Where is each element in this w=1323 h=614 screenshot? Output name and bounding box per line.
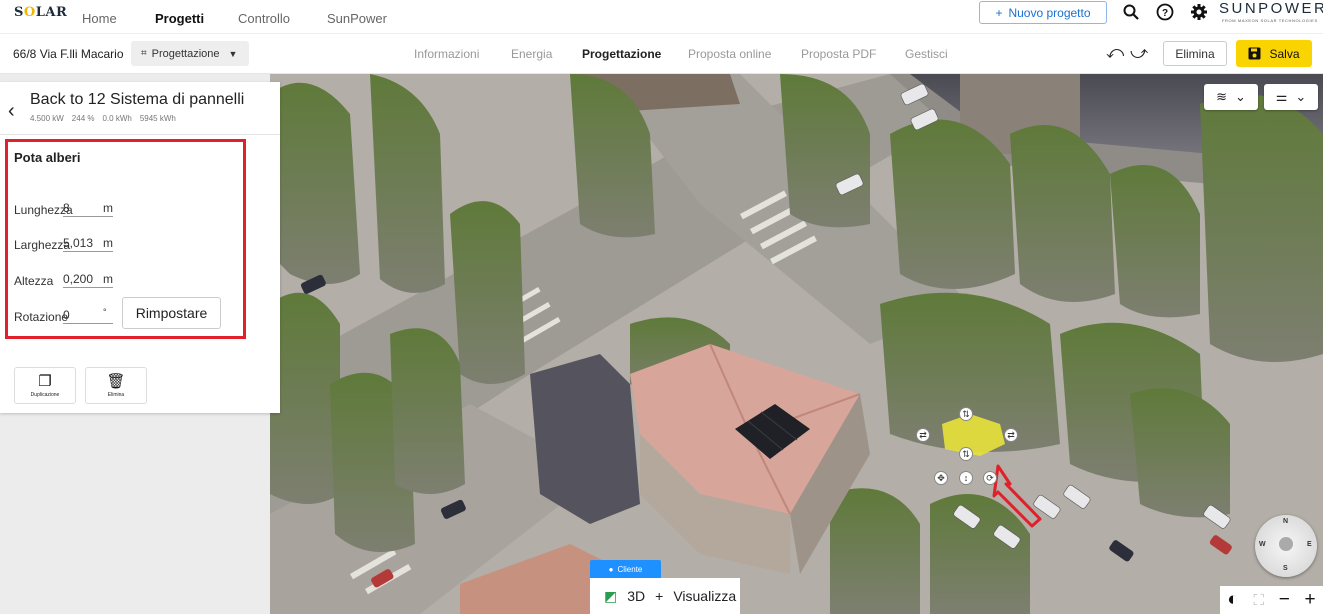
save-button[interactable]: Salva [1236,40,1312,67]
move-handle[interactable]: ✥ [934,471,948,485]
settings-icon[interactable] [1189,2,1209,22]
width-unit: m [103,236,113,250]
rotation-unit: ° [103,307,107,317]
sunpower-brand: SUNPOWER [1219,0,1323,17]
plus-icon[interactable]: + [655,588,663,604]
chevron-down-icon: ▼ [228,48,238,59]
tab-proposta-pdf[interactable]: Proposta PDF [801,47,876,61]
compass-south-label: S [1283,565,1288,572]
delete-object-button[interactable]: 🗑 Elimina [85,367,147,404]
scale-horizontal-handle-left[interactable]: ⇄ [916,428,930,442]
back-to-system-link[interactable]: Back to 12 Sistema di pannelli [30,91,244,109]
chevron-down-icon: ⌄ [1235,89,1246,104]
tab-energia[interactable]: Energia [511,47,552,61]
save-icon [1248,47,1261,60]
rotation-label: Rotazione [14,310,69,324]
view-toggle-label[interactable]: Visualizza [673,588,736,604]
aerial-imagery [270,74,1323,614]
design-icon: ⌗ [141,48,147,59]
map-icon: ◩ [604,587,618,604]
reset-button[interactable]: Rimpostare [122,297,221,329]
redo-icon[interactable]: ⤻ [1130,43,1148,63]
back-arrow-icon[interactable]: ‹ [8,100,15,123]
sliders-icon: ⚌ [1275,89,1288,104]
height-unit: m [103,272,113,286]
solar-logo[interactable]: SOLAR [14,5,67,20]
height-handle[interactable]: ↕ [959,471,973,485]
map-3d-view[interactable]: ⇅ ⇄ ⇄ ⇅ ✥ ↕ ⟳ ≋ ⌄ ⚌ ⌄ N E S W ◐ ⛶ − + ● … [270,74,1323,614]
project-toolbar: 66/8 Via F.lli Macario ⌗ Progettazione ▼… [0,34,1323,74]
view-mode-3d[interactable]: 3D [627,588,645,604]
nav-home[interactable]: Home [82,11,117,26]
length-unit: m [103,201,113,215]
width-label: Larghezza [14,238,71,252]
zoom-out-button[interactable]: − [1279,589,1290,611]
section-title: Pota alberi [14,150,81,165]
stat-production: 5945 kWh [139,114,176,123]
plus-icon: + [995,5,1003,20]
help-icon[interactable]: ? [1155,2,1175,22]
filters-dropdown[interactable]: ⚌ ⌄ [1264,84,1318,110]
nav-controllo[interactable]: Controllo [238,11,290,26]
delete-project-button[interactable]: Elimina [1163,41,1227,66]
eye-icon: ● [608,564,614,574]
compass-east-label: E [1307,541,1312,548]
search-icon[interactable] [1121,2,1141,22]
height-label: Altezza [14,274,54,288]
client-view-badge[interactable]: ● Cliente [590,560,661,578]
trash-icon: 🗑 [106,372,126,390]
compass-north-label: N [1283,518,1289,525]
svg-text:?: ? [1162,8,1168,19]
stat-storage: 0.0 kWh [102,114,132,123]
compass-widget[interactable]: N E S W [1255,515,1317,577]
fit-view-icon[interactable]: ⛶ [1254,592,1265,609]
system-stats: 4.500 kW 244 % 0.0 kWh 5945 kWh [30,114,176,123]
copy-icon: ❐ [38,372,52,390]
stat-power: 4.500 kW [30,114,64,123]
compass-west-label: W [1259,541,1266,548]
scale-vertical-handle-bottom[interactable]: ⇅ [959,447,973,461]
tab-proposta-online[interactable]: Proposta online [688,47,771,61]
top-navbar: SOLAR Home Progetti Controllo SunPower +… [0,0,1323,34]
view-mode-bar: ◩ 3D + Visualizza [590,578,740,614]
project-address: 66/8 Via F.lli Macario [13,47,124,61]
panel-divider [0,134,280,135]
stat-coverage: 244 % [71,114,95,123]
compass-center [1279,537,1293,551]
scale-vertical-handle-top[interactable]: ⇅ [959,407,973,421]
nav-progetti[interactable]: Progetti [155,11,204,26]
new-project-button[interactable]: + Nuovo progetto [979,1,1107,24]
zoom-in-button[interactable]: + [1305,589,1316,611]
tab-gestisci[interactable]: Gestisci [905,47,948,61]
scale-horizontal-handle-right[interactable]: ⇄ [1004,428,1018,442]
tab-progettazione[interactable]: Progettazione [582,47,661,61]
duplicate-button[interactable]: ❐ Duplicazione [14,367,76,404]
nav-sunpower[interactable]: SunPower [327,11,387,26]
tab-informazioni[interactable]: Informazioni [414,47,479,61]
undo-icon[interactable]: ⤺ [1106,43,1124,63]
brand-subtitle: FROM MAXEON SOLAR TECHNOLOGIES [1222,18,1318,23]
map-zoom-bar: ◐ ⛶ − + [1220,586,1323,614]
layers-dropdown[interactable]: ≋ ⌄ [1204,84,1258,110]
brightness-icon[interactable]: ◐ [1227,589,1238,611]
layers-icon: ≋ [1216,89,1227,104]
rotate-handle[interactable]: ⟳ [983,471,997,485]
mode-dropdown[interactable]: ⌗ Progettazione ▼ [131,41,249,66]
chevron-down-icon: ⌄ [1295,89,1307,104]
